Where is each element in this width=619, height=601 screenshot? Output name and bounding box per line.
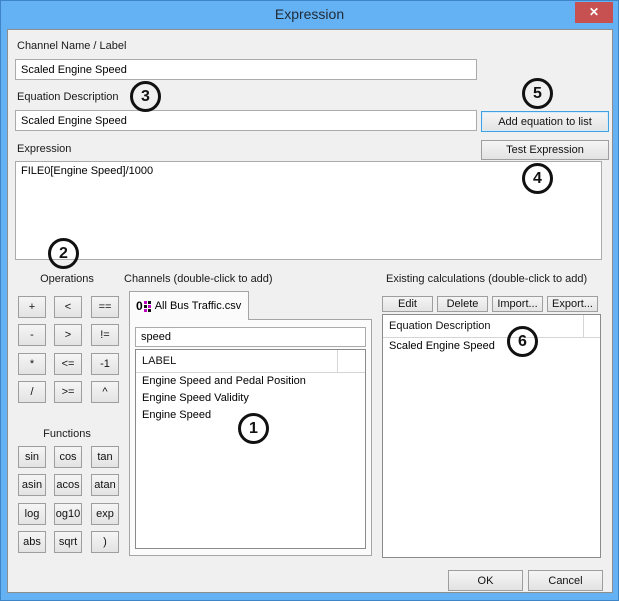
fn-log10-button[interactable]: og10 <box>54 503 82 525</box>
functions-label: Functions <box>17 428 117 440</box>
channel-row-engine-speed-validity[interactable]: Engine Speed Validity <box>136 390 365 407</box>
channel-search-input[interactable] <box>135 327 366 347</box>
import-button[interactable]: Import... <box>492 296 543 312</box>
fn-abs-button[interactable]: abs <box>18 531 46 553</box>
existing-calculations-list[interactable]: Equation Description Scaled Engine Speed <box>382 314 601 558</box>
channels-label: Channels (double-click to add) <box>124 273 273 285</box>
close-icon: ✕ <box>589 5 599 19</box>
op-pow-button[interactable]: ^ <box>91 381 119 403</box>
op-div-button[interactable]: / <box>18 381 46 403</box>
equation-description-input[interactable] <box>15 110 477 131</box>
dialog-body: Channel Name / Label Equation Descriptio… <box>7 29 613 593</box>
fn-atan-button[interactable]: atan <box>91 474 119 496</box>
expression-input[interactable]: FILE0[Engine Speed]/1000 <box>15 161 602 260</box>
equation-description-label: Equation Description <box>17 91 119 103</box>
add-equation-button[interactable]: Add equation to list <box>481 111 609 132</box>
title-bar[interactable]: Expression ✕ <box>1 1 618 29</box>
csv-file-icon: 0 <box>136 301 151 312</box>
op-eq-button[interactable]: == <box>91 296 119 318</box>
op-le-button[interactable]: <= <box>54 353 82 375</box>
expression-dialog: Expression ✕ Channel Name / Label Equati… <box>0 0 619 601</box>
column-divider <box>337 350 338 372</box>
fn-exp-button[interactable]: exp <box>91 503 119 525</box>
channels-column-header[interactable]: LABEL <box>136 350 365 373</box>
annotation-1: 1 <box>238 413 269 444</box>
fn-sqrt-button[interactable]: sqrt <box>54 531 82 553</box>
op-ne-button[interactable]: != <box>91 324 119 346</box>
expression-text: FILE0[Engine Speed]/1000 <box>21 165 153 177</box>
op-ge-button[interactable]: >= <box>54 381 82 403</box>
op-mul-button[interactable]: * <box>18 353 46 375</box>
fn-tan-button[interactable]: tan <box>91 446 119 468</box>
annotation-4: 4 <box>522 163 553 194</box>
existing-calculations-label: Existing calculations (double-click to a… <box>386 273 587 285</box>
ok-button[interactable]: OK <box>448 570 523 591</box>
cancel-button[interactable]: Cancel <box>528 570 603 591</box>
operations-label: Operations <box>17 273 117 285</box>
op-gt-button[interactable]: > <box>54 324 82 346</box>
fn-log-button[interactable]: log <box>18 503 46 525</box>
channel-name-label: Channel Name / Label <box>17 40 126 52</box>
annotation-5: 5 <box>522 78 553 109</box>
close-button[interactable]: ✕ <box>575 2 613 23</box>
existing-column-header[interactable]: Equation Description <box>383 315 600 338</box>
op-plus-button[interactable]: + <box>18 296 46 318</box>
dialog-title: Expression <box>1 1 618 29</box>
op-lt-button[interactable]: < <box>54 296 82 318</box>
annotation-6: 6 <box>507 326 538 357</box>
channels-list[interactable]: LABEL Engine Speed and Pedal Position En… <box>135 349 366 549</box>
tab-all-bus-traffic[interactable]: 0 All Bus Traffic.csv <box>129 291 249 320</box>
edit-button[interactable]: Edit <box>382 296 433 312</box>
export-button[interactable]: Export... <box>547 296 598 312</box>
fn-cos-button[interactable]: cos <box>54 446 82 468</box>
existing-row-scaled-engine-speed[interactable]: Scaled Engine Speed <box>383 338 600 355</box>
annotation-3: 3 <box>130 81 161 112</box>
tab-label: All Bus Traffic.csv <box>155 300 242 312</box>
annotation-2: 2 <box>48 238 79 269</box>
channel-name-input[interactable] <box>15 59 477 80</box>
delete-button[interactable]: Delete <box>437 296 488 312</box>
op-minus-button[interactable]: - <box>18 324 46 346</box>
fn-asin-button[interactable]: asin <box>18 474 46 496</box>
fn-acos-button[interactable]: acos <box>54 474 82 496</box>
column-divider <box>583 315 584 337</box>
op-neg-button[interactable]: -1 <box>91 353 119 375</box>
test-expression-button[interactable]: Test Expression <box>481 140 609 160</box>
channel-row-engine-speed-and-pedal-position[interactable]: Engine Speed and Pedal Position <box>136 373 365 390</box>
fn-sin-button[interactable]: sin <box>18 446 46 468</box>
fn-paren-button[interactable]: ) <box>91 531 119 553</box>
expression-label: Expression <box>17 143 71 155</box>
